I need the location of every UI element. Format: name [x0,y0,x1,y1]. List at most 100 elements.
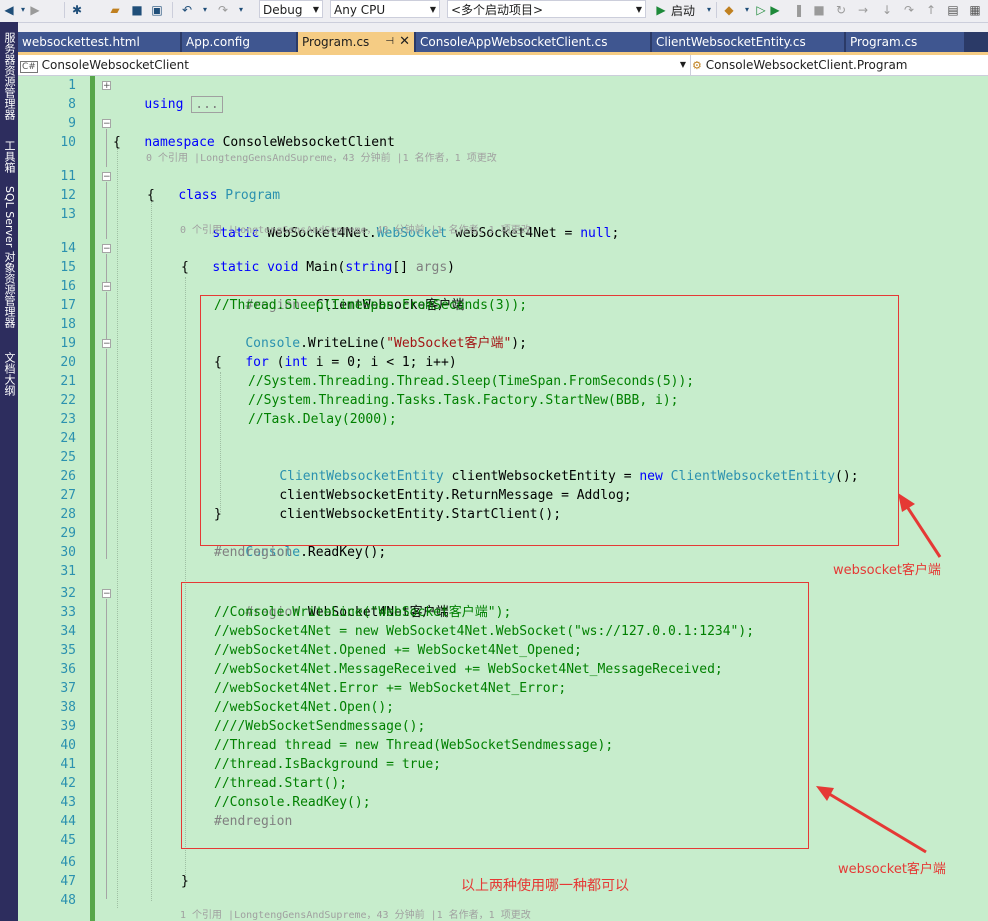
line-number: 41 [60,757,76,772]
save-icon[interactable]: ■ [130,3,144,17]
undo-icon[interactable]: ↶ [180,3,194,17]
csharp-file-icon: C# [20,61,38,73]
indent-guide [117,148,118,908]
tab-app-config[interactable]: App.config [182,32,296,52]
line-number: 15 [60,260,76,275]
chevron-down-icon: ▼ [312,5,319,14]
member-select[interactable]: ⚙ ConsoleWebsocketClient.Program [692,55,988,75]
line-number: 27 [60,488,76,503]
tab-consoleappwebsocketclient-cs[interactable]: ConsoleAppWebsocketClient.cs [416,32,650,52]
code-line: { [147,188,155,203]
show-next-statement-icon[interactable]: → [856,3,870,17]
outline-collapse-icon[interactable]: − [102,339,111,349]
open-file-icon[interactable]: ▰ [108,3,122,17]
pin-icon[interactable]: ⊣ [385,32,394,52]
code-line: #region ClientWebsocke客户端 [245,298,465,313]
navigation-bar: C# ConsoleWebsocketClient ▼ ⚙ ConsoleWeb… [18,55,988,76]
line-number: 21 [60,374,76,389]
platform-value: Any CPU [334,3,386,17]
pause-icon[interactable]: ❚ [792,3,806,17]
line-number: 40 [60,738,76,753]
line-number: 12 [60,188,76,203]
annotation-label-1: websocket客户端 [833,563,941,578]
sql-server-explorer-tab[interactable]: SQL Server 对象资源管理器 [1,186,17,328]
start-button-label[interactable]: 启动 [671,3,695,19]
back-icon[interactable]: ◀ [2,3,16,17]
toolbar-overflow-icon[interactable]: ▤ [946,3,960,17]
browser-link-icon[interactable]: ◆ [722,3,736,17]
code-editor[interactable]: 1 8 9 10 11 12 13 14 15 16 17 18 19 20 2… [18,76,988,921]
tab-program-cs-2[interactable]: Program.cs [846,32,964,52]
line-number: 16 [60,279,76,294]
line-number: 48 [60,893,76,908]
step-out-icon[interactable]: ↑ [924,3,938,17]
code-line: static void Main(string[] args) [212,260,455,275]
outline-collapse-icon[interactable]: − [102,172,111,182]
indent-guide [151,201,152,901]
close-icon[interactable]: ✕ [399,32,410,52]
line-number: 19 [60,336,76,351]
solution-config-select[interactable]: Debug ▼ [259,0,323,18]
start-icon[interactable]: ▶ [654,3,668,17]
outline-expand-icon[interactable]: + [102,81,111,91]
line-number: 17 [60,298,76,313]
tab-label: Program.cs [850,35,918,49]
step-into-icon[interactable]: ↓ [880,3,894,17]
dropdown-arrow-icon[interactable]: ▾ [702,3,716,17]
outline-collapse-icon[interactable]: − [102,244,111,254]
line-number: 22 [60,393,76,408]
tab-program-cs-active[interactable]: Program.cs ⊣ ✕ [298,32,414,52]
toolbar-separator [64,2,65,18]
line-number: 1 [68,78,76,93]
outline-collapse-icon[interactable]: − [102,282,111,292]
line-number: 8 [68,97,76,112]
outline-line [106,292,107,339]
dropdown-arrow-icon[interactable]: ▾ [234,3,248,17]
line-number: 25 [60,450,76,465]
startup-project-select[interactable]: <多个启动项目> ▼ [447,0,646,18]
redo-icon[interactable]: ↷ [216,3,230,17]
annotation-arrow-2 [825,790,927,854]
new-project-icon[interactable]: ✱ [70,3,84,17]
start-without-debug-icon[interactable]: ▷ [754,3,768,17]
server-explorer-tab[interactable]: 服务器资源管理器 [1,32,17,120]
codelens-info[interactable]: 1 个引用 |LongtengGensAndSupreme，43 分钟前 |1 … [180,909,531,921]
toolbar-separator [716,2,717,18]
codelens-info[interactable]: 0 个引用 |LongtengGensAndSupreme，43 分钟前 |1 … [146,152,497,166]
dropdown-arrow-icon[interactable]: ▾ [740,3,754,17]
line-number: 45 [60,833,76,848]
tab-websockettest-html[interactable]: websockettest.html [18,32,180,52]
codelens-info[interactable]: 0 个引用 |LongtengGensAndSupreme，43 分钟前 |1 … [180,224,531,238]
dropdown-arrow-icon[interactable]: ▾ [198,3,212,17]
project-select[interactable]: C# ConsoleWebsocketClient ▼ [18,55,691,75]
forward-icon[interactable]: ▶ [28,3,42,17]
step-over-icon[interactable]: ↷ [902,3,916,17]
stop-icon[interactable]: ■ [812,3,826,17]
line-number: 29 [60,526,76,541]
restart-icon[interactable]: ↻ [834,3,848,17]
diagnostics-icon[interactable]: ▦ [968,3,982,17]
line-number: 13 [60,207,76,222]
outline-collapse-icon[interactable]: − [102,119,111,129]
outline-collapse-icon[interactable]: − [102,589,111,599]
tab-label: App.config [186,35,250,49]
line-number: 42 [60,776,76,791]
document-outline-tab[interactable]: 文档大纲 [1,352,17,396]
line-number: 37 [60,681,76,696]
code-line: { [181,260,189,275]
annotation-arrow-1 [902,501,942,558]
save-all-icon[interactable]: ▣ [150,3,164,17]
line-number: 30 [60,545,76,560]
line-number: 34 [60,624,76,639]
annotation-arrowhead-1 [898,493,915,512]
continue-icon[interactable]: ▶ [768,3,782,17]
line-number: 32 [60,586,76,601]
platform-select[interactable]: Any CPU ▼ [330,0,440,18]
line-number: 47 [60,874,76,889]
line-number: 20 [60,355,76,370]
toolbox-tab[interactable]: 工具箱 [1,140,17,173]
main-toolbar: ◀ ▾ ▶ ✱ ▰ ■ ▣ ↶ ▾ ↷ ▾ Debug ▼ Any CPU ▼ … [0,0,988,23]
tab-clientwebsocketentity-cs[interactable]: ClientWebsocketEntity.cs [652,32,844,52]
collapsed-region[interactable]: ... [191,96,223,113]
outline-line [106,254,107,282]
